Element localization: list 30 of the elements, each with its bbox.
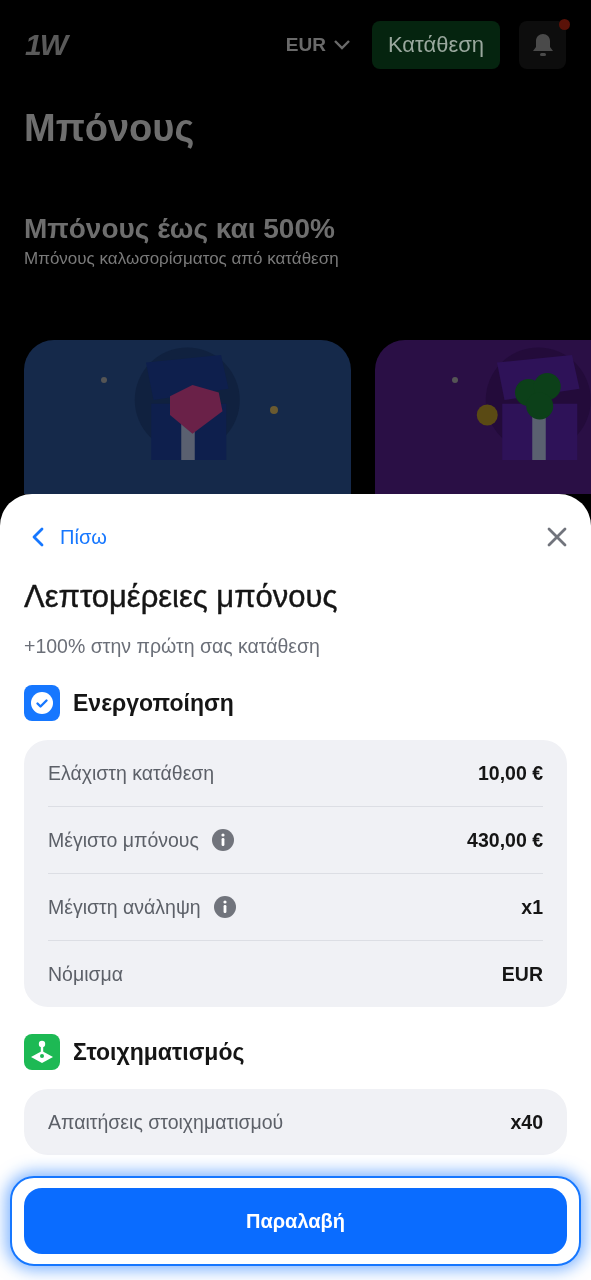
detail-value: EUR <box>501 962 543 986</box>
promo-title: Μπόνους έως και 500% <box>24 213 336 245</box>
check-icon <box>24 685 60 721</box>
claim-button[interactable]: Παραλαβή <box>24 1188 567 1254</box>
currency-selector[interactable]: EUR <box>285 34 350 56</box>
detail-value: x40 <box>510 1110 543 1134</box>
bell-icon <box>531 33 554 57</box>
detail-value: x1 <box>521 895 543 919</box>
detail-label: Ελάχιστη κατάθεση <box>48 761 215 785</box>
detail-label: Απαιτήσεις στοιχηματισμού <box>48 1110 284 1134</box>
joystick-icon <box>24 1034 60 1070</box>
section-title: Στοιχηματισμός <box>73 1038 245 1066</box>
detail-value: 10,00 € <box>477 761 543 785</box>
promo-subtitle: Μπόνους καλωσορίσματος από κατάθεση <box>24 249 340 269</box>
sheet-subtitle: +100% στην πρώτη σας κατάθεση <box>24 635 321 658</box>
sheet-title: Λεπτομέρειες μπόνους <box>24 579 339 615</box>
detail-label: Μέγιστη ανάληψη <box>48 895 201 919</box>
chevron-down-icon <box>333 40 350 50</box>
detail-label: Μέγιστο μπόνους <box>48 828 199 852</box>
close-icon <box>547 527 567 547</box>
detail-label: Νόμισμα <box>48 962 124 986</box>
detail-value: 430,00 € <box>467 828 543 852</box>
close-button[interactable] <box>547 527 567 547</box>
back-button[interactable]: Πίσω <box>32 525 107 549</box>
chevron-left-icon <box>32 527 44 547</box>
page-title: Μπόνους <box>24 107 196 151</box>
info-icon[interactable] <box>212 895 237 919</box>
deposit-button[interactable]: Κατάθεση <box>371 21 500 69</box>
info-icon[interactable] <box>210 828 235 852</box>
section-title: Ενεργοποίηση <box>73 689 234 717</box>
